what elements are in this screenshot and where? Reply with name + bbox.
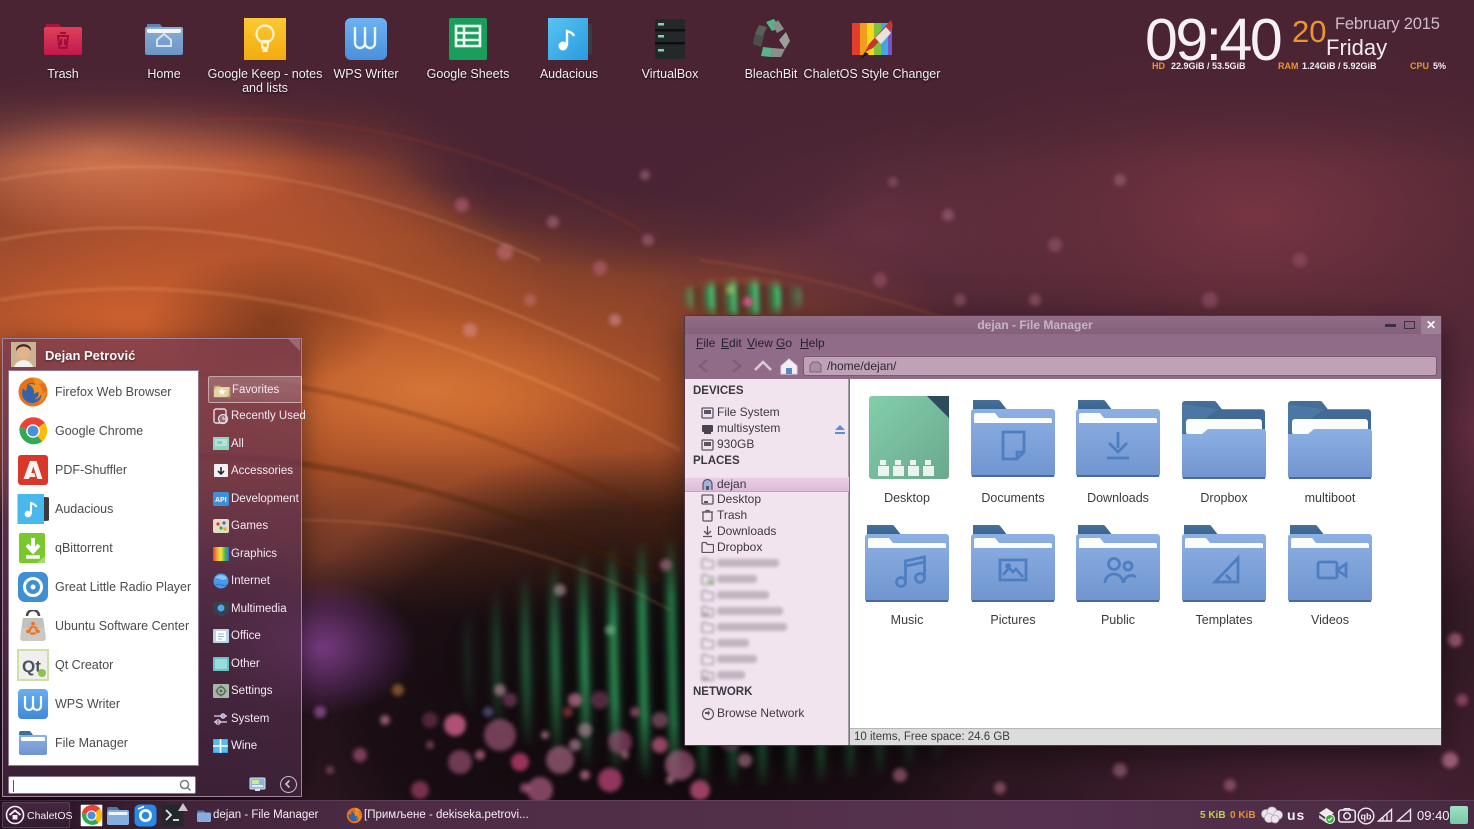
svg-text:qb: qb bbox=[1361, 812, 1372, 822]
svg-text:API: API bbox=[215, 497, 227, 504]
